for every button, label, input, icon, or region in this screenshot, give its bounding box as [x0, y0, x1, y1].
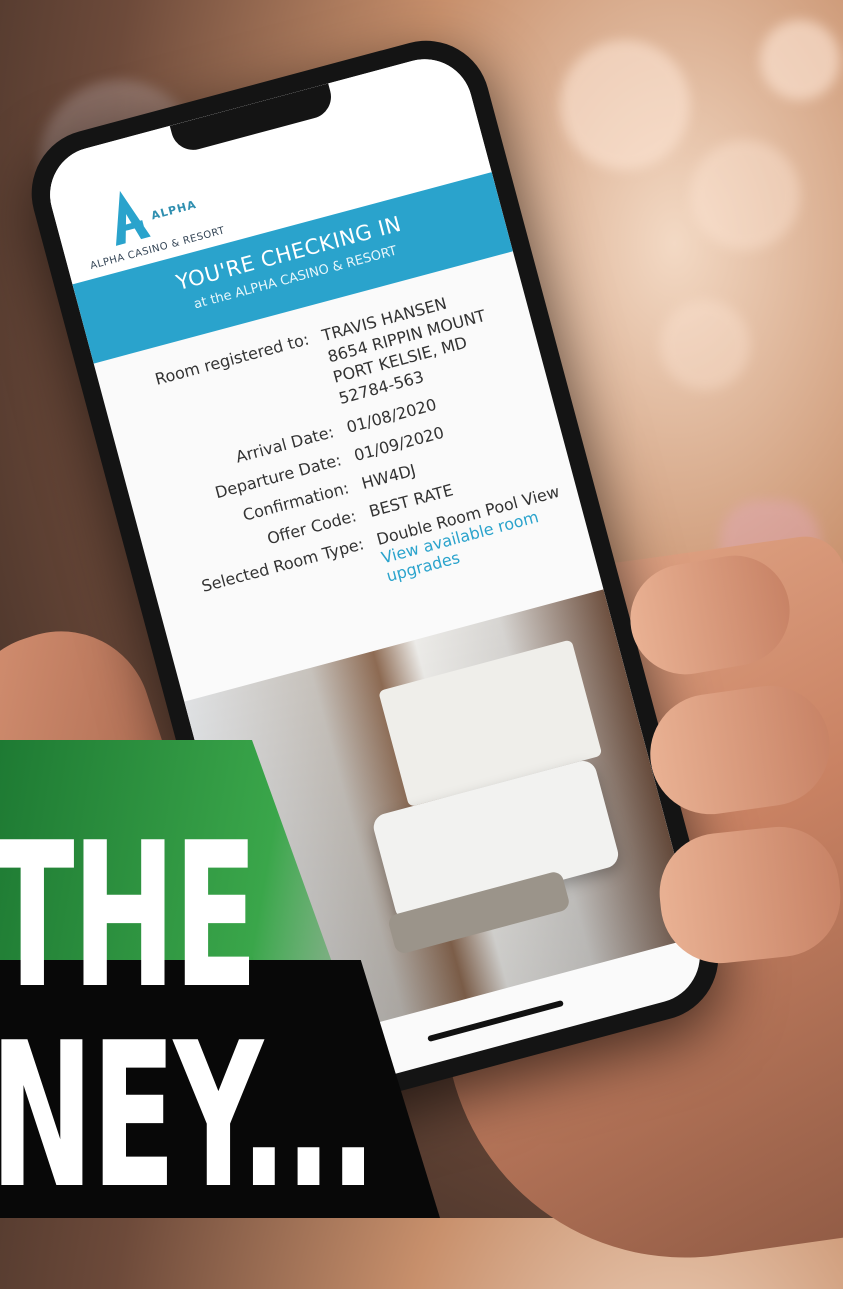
home-indicator: [427, 999, 564, 1043]
bokeh-light: [690, 140, 800, 250]
bokeh-light: [760, 20, 840, 100]
logo-word: ALPHA: [149, 197, 198, 223]
bokeh-light: [560, 40, 690, 170]
alpha-logo-icon: [115, 190, 151, 246]
bokeh-light: [660, 300, 750, 390]
headline-line-2: NEY...: [0, 1000, 377, 1233]
headline-line-1: THE: [0, 800, 258, 1033]
